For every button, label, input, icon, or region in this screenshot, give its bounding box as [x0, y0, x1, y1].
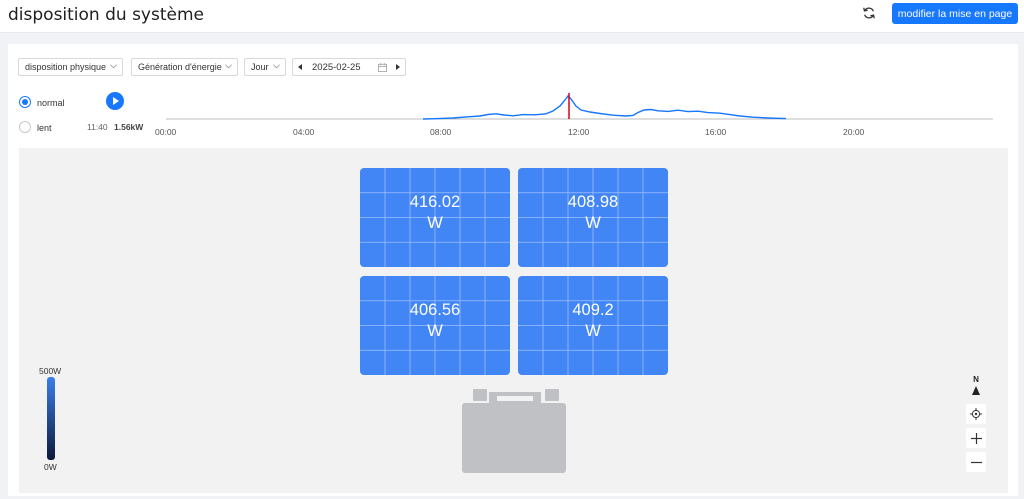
tick-label: 12:00 — [568, 127, 590, 137]
timeline-curve — [422, 94, 787, 120]
panel-power: 409.2 W — [518, 300, 668, 342]
solar-panel[interactable]: 408.98 W — [518, 168, 668, 267]
date-value[interactable]: 2025-02-25 — [312, 62, 361, 73]
panel-power: 408.98 W — [518, 192, 668, 234]
page-title: disposition du système — [8, 5, 204, 25]
legend-max: 500W — [39, 366, 62, 376]
panel-power-value: 416.02 — [409, 193, 461, 211]
chevron-down-icon — [110, 64, 117, 69]
panel-power-unit: W — [427, 214, 443, 232]
legend-min: 0W — [44, 462, 57, 472]
period-select[interactable]: Jour — [244, 58, 286, 76]
power-legend-gradient — [47, 377, 55, 460]
panel-power-value: 408.98 — [567, 193, 619, 211]
tick-label: 08:00 — [430, 127, 452, 137]
next-date-icon[interactable] — [396, 64, 400, 70]
zoom-out-icon — [970, 461, 982, 463]
header-bar: disposition du système modifier la mise … — [0, 0, 1024, 33]
compass-icon — [972, 386, 980, 395]
chevron-down-icon — [273, 64, 280, 69]
panel-power: 406.56 W — [360, 300, 510, 342]
prev-date-icon[interactable] — [298, 64, 302, 70]
layout-canvas[interactable]: 416.02 W 408.98 W 406.56 W 409.2 W 500W … — [19, 148, 1008, 493]
tick-label: 16:00 — [705, 127, 727, 137]
tick-label: 00:00 — [155, 127, 177, 137]
panel-power-unit: W — [585, 322, 601, 340]
calendar-icon[interactable] — [378, 63, 387, 72]
period-value: Jour — [251, 62, 269, 72]
tick-label: 20:00 — [843, 127, 865, 137]
chevron-down-icon — [225, 64, 232, 69]
layout-card: disposition physique Génération d'énergi… — [8, 44, 1018, 496]
refresh-icon[interactable] — [862, 6, 876, 20]
panel-power: 416.02 W — [360, 192, 510, 234]
metric-select[interactable]: Génération d'énergie — [131, 58, 238, 76]
panel-power-unit: W — [427, 322, 443, 340]
tick-label: 04:00 — [293, 127, 315, 137]
layout-type-select[interactable]: disposition physique — [18, 58, 123, 76]
zoom-in-icon — [970, 432, 982, 444]
solar-panel[interactable]: 406.56 W — [360, 276, 510, 375]
panel-power-value: 406.56 — [409, 301, 461, 319]
panel-power-value: 409.2 — [572, 301, 614, 319]
solar-panel[interactable]: 409.2 W — [518, 276, 668, 375]
panel-power-unit: W — [585, 214, 601, 232]
date-picker[interactable]: 2025-02-25 — [292, 58, 406, 76]
edit-layout-button[interactable]: modifier la mise en page — [892, 3, 1018, 24]
locate-button[interactable] — [966, 404, 986, 424]
locate-icon — [970, 408, 982, 420]
solar-panel[interactable]: 416.02 W — [360, 168, 510, 267]
compass-label: N — [973, 375, 979, 384]
inverter-icon[interactable] — [461, 386, 567, 474]
layout-type-value: disposition physique — [25, 62, 107, 72]
zoom-in-button[interactable] — [966, 428, 986, 448]
zoom-out-button[interactable] — [966, 452, 986, 472]
metric-value: Génération d'énergie — [138, 62, 222, 72]
